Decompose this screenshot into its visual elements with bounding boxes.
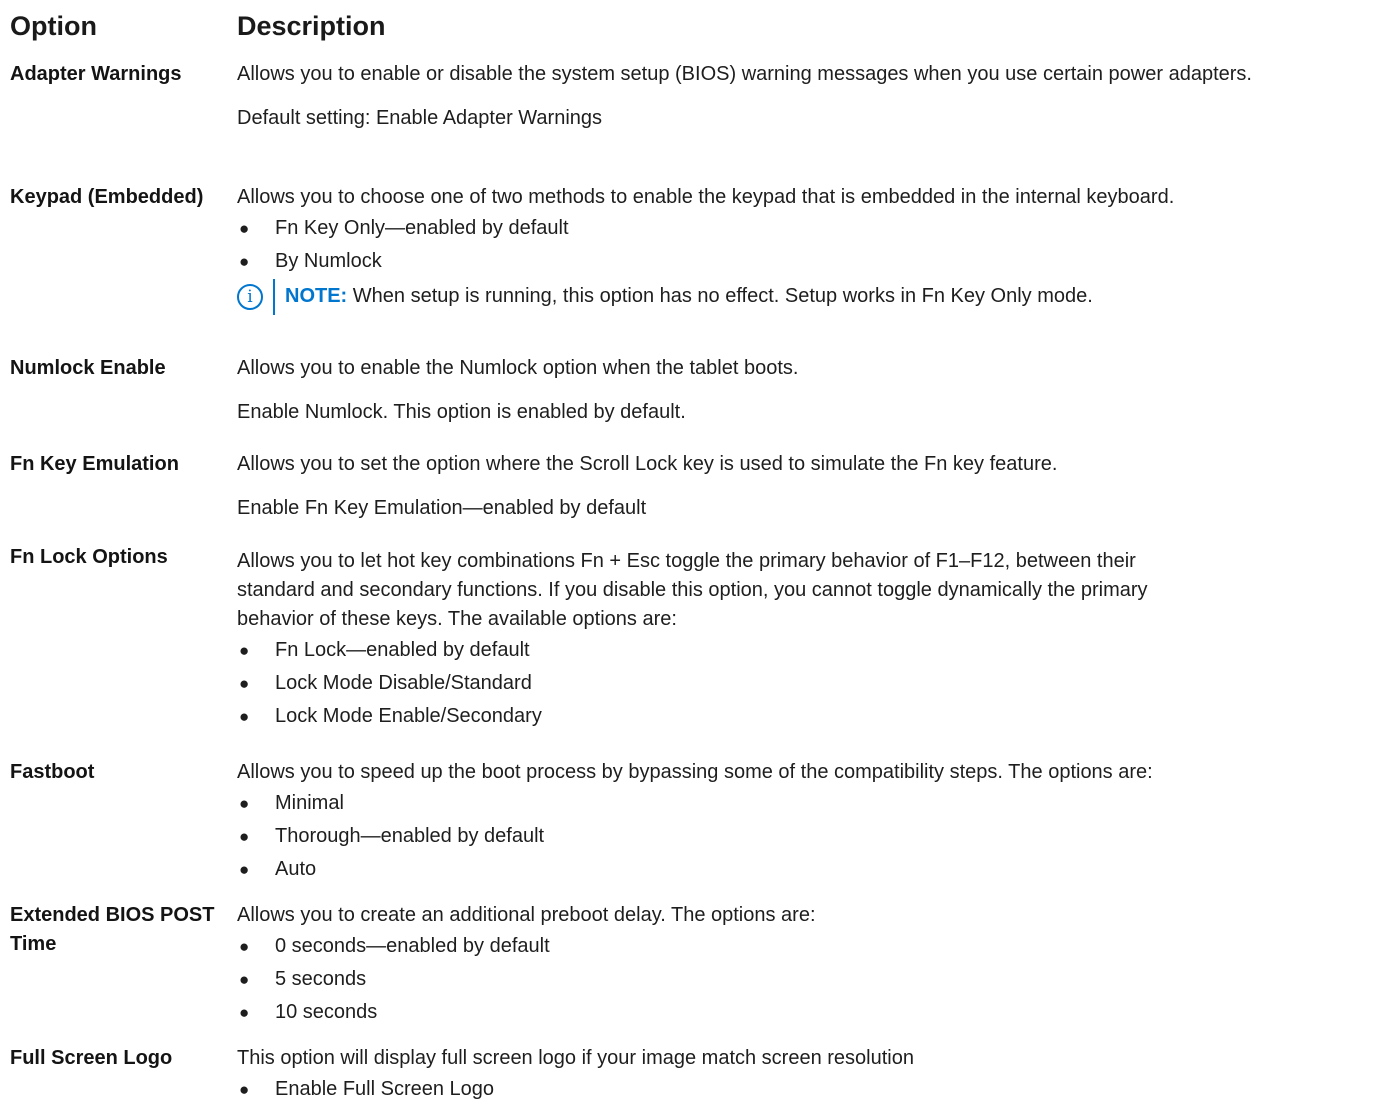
default-setting-text: Enable Numlock. This option is enabled b… xyxy=(237,401,686,423)
list-item: ● By Numlock xyxy=(237,245,1400,278)
option-list: ● Fn Lock—enabled by default ● Lock Mode D… xyxy=(237,634,1400,733)
bullet-icon: ● xyxy=(239,707,250,726)
list-item: ● Fn Key Only—enabled by default xyxy=(237,212,1400,245)
option-list: ● Enable Full Screen Logo xyxy=(237,1073,1400,1106)
option-description: Allows you to create an additional prebo… xyxy=(237,901,1400,1029)
bullet-icon: ● xyxy=(239,641,250,660)
option-name: Full Screen Logo xyxy=(10,1047,173,1069)
option-description: Allows you to enable the Numlock option … xyxy=(237,354,1400,427)
bullet-icon: ● xyxy=(239,827,250,846)
column-header-description: Description xyxy=(237,11,386,41)
option-description: Allows you to speed up the boot process … xyxy=(237,758,1400,886)
option-list: ● 0 seconds—enabled by default ● 5 seconds… xyxy=(237,930,1400,1029)
bullet-icon: ● xyxy=(239,794,250,813)
bullet-icon: ● xyxy=(239,937,250,956)
bullet-icon: ● xyxy=(239,860,250,879)
bullet-icon: ● xyxy=(239,674,250,693)
description-text: Allows you to create an additional prebo… xyxy=(237,904,816,926)
option-description: Allows you to choose one of two methods … xyxy=(237,183,1400,315)
list-item: ● Lock Mode Disable/Standard xyxy=(237,667,1400,700)
option-list: ● Fn Key Only—enabled by default ● By Numl… xyxy=(237,212,1400,278)
list-item: ● Lock Mode Enable/Secondary xyxy=(237,700,1400,733)
note-label: NOTE: xyxy=(285,285,348,307)
option-name: Fn Lock Options xyxy=(10,546,168,568)
bullet-icon: ● xyxy=(239,1080,250,1099)
option-name: Fn Key Emulation xyxy=(10,453,179,475)
note-text: When setup is running, this option has n… xyxy=(347,285,1093,307)
description-text: Allows you to enable or disable the syst… xyxy=(237,63,1252,85)
option-name: Fastboot xyxy=(10,761,95,783)
column-header-option: Option xyxy=(10,11,97,41)
default-setting-text: Default setting: Enable Adapter Warnings xyxy=(237,107,603,129)
note-divider xyxy=(273,279,275,315)
description-text-line: standard and secondary functions. If you… xyxy=(237,579,1148,601)
option-list: ● Minimal ● Thorough—enabled by default ● A… xyxy=(237,787,1400,886)
list-item: ● Thorough—enabled by default xyxy=(237,820,1400,853)
bullet-icon: ● xyxy=(239,1003,250,1022)
description-text: Allows you to set the option where the S… xyxy=(237,453,1058,475)
note-callout: i NOTE: When setup is running, this opti… xyxy=(237,279,1400,315)
option-description: Allows you to enable or disable the syst… xyxy=(237,60,1400,133)
bullet-icon: ● xyxy=(239,970,250,989)
info-circle-icon: i xyxy=(237,284,263,310)
option-name: Keypad (Embedded) xyxy=(10,186,204,208)
description-text-line: behavior of these keys. The available op… xyxy=(237,608,677,630)
description-text-line: Allows you to let hot key combinations F… xyxy=(237,550,1136,572)
option-description: Allows you to set the option where the S… xyxy=(237,450,1400,523)
list-item: ● Auto xyxy=(237,853,1400,886)
description-text: Allows you to enable the Numlock option … xyxy=(237,357,799,379)
option-name: Numlock Enable xyxy=(10,357,166,379)
list-item: ● 5 seconds xyxy=(237,963,1400,996)
option-description: This option will display full screen log… xyxy=(237,1044,1400,1106)
list-item: ● Enable Full Screen Logo xyxy=(237,1073,1400,1106)
default-setting-text: Enable Fn Key Emulation—enabled by defau… xyxy=(237,497,647,519)
bullet-icon: ● xyxy=(239,219,250,238)
description-text: Allows you to choose one of two methods … xyxy=(237,186,1175,208)
list-item: ● Minimal xyxy=(237,787,1400,820)
option-name: Adapter Warnings xyxy=(10,63,182,85)
list-item: ● 0 seconds—enabled by default xyxy=(237,930,1400,963)
bullet-icon: ● xyxy=(239,252,250,271)
list-item: ● Fn Lock—enabled by default xyxy=(237,634,1400,667)
description-text: Allows you to speed up the boot process … xyxy=(237,761,1153,783)
list-item: ● 10 seconds xyxy=(237,996,1400,1029)
description-text: This option will display full screen log… xyxy=(237,1047,914,1069)
option-description: Allows you to let hot key combinations F… xyxy=(237,547,1400,733)
option-name: Extended BIOS POST Time xyxy=(10,904,215,955)
